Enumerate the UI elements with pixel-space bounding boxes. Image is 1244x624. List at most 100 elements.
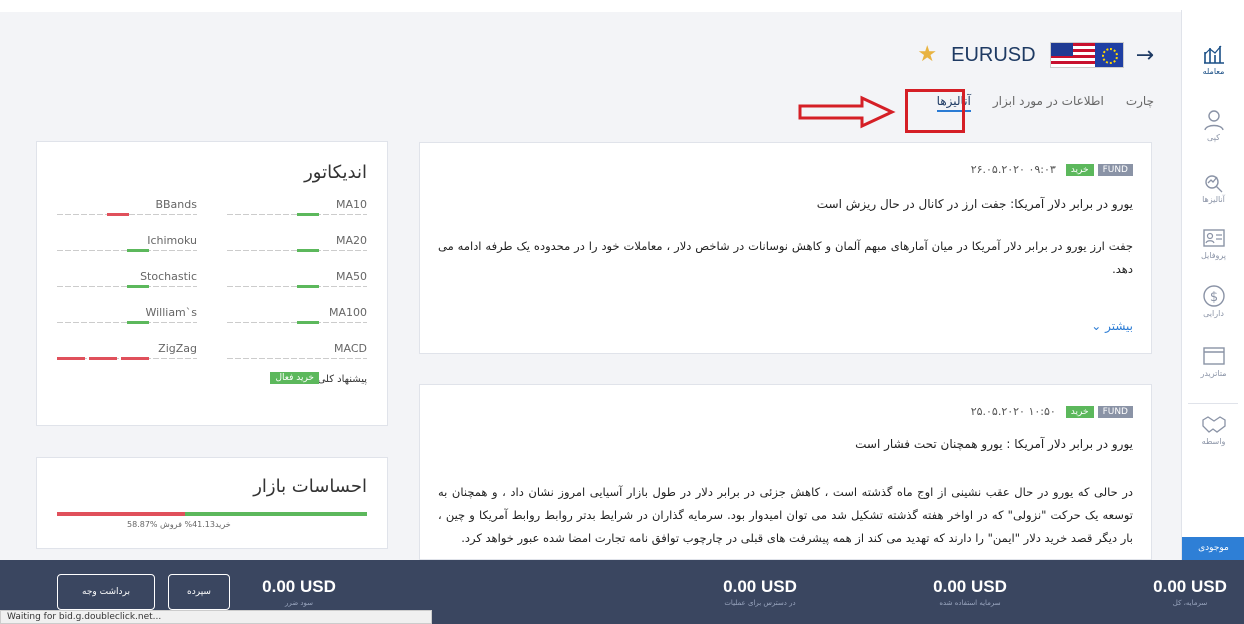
copy-user-icon	[1203, 110, 1224, 131]
sidebar-item-label: پروفایل	[1200, 251, 1227, 260]
indicator-name: Ichimoku	[147, 234, 197, 247]
fund-badge: FUND	[1097, 405, 1133, 418]
indicator-signal-bar	[89, 357, 117, 360]
sidebar-item-assets[interactable]: $ دارایی	[1182, 280, 1244, 340]
balance-used: 0.00 USD سرمایه استفاده شده	[910, 577, 1030, 607]
news-time: ۰۹:۰۳ ۲۶.۰۵.۲۰۲۰	[970, 163, 1056, 176]
currency-flags	[1049, 42, 1124, 68]
balance-value: 0.00 USD	[723, 577, 797, 596]
indicator-signal-bar	[297, 321, 319, 324]
sentiment-title: احساسات بازار	[253, 476, 367, 497]
news-card: FUND خرید ۰۹:۰۳ ۲۶.۰۵.۲۰۲۰ یورو در برابر…	[419, 142, 1152, 354]
sidebar-item-trade[interactable]: معامله	[1182, 38, 1244, 98]
dollar-icon: $	[1202, 285, 1225, 307]
eu-flag-icon	[1095, 43, 1123, 67]
news-meta: FUND خرید ۱۰:۵۰ ۲۵.۰۵.۲۰۲۰	[971, 405, 1133, 418]
analysis-icon	[1204, 175, 1222, 193]
balance-value: 0.00 USD	[262, 577, 336, 596]
tab-chart[interactable]: چارت	[1126, 94, 1154, 112]
app-root: معامله کپی آنالیزها پروفایل $ دارایی متا…	[0, 0, 1244, 624]
indicator-signal-bar	[297, 285, 319, 288]
deposit-button[interactable]: سپرده	[168, 574, 230, 610]
news-body: در حالی که یورو در حال عقب نشینی از اوج …	[438, 485, 1133, 545]
sentiment-text: 58.87% خرید41.13% فروش	[127, 520, 231, 529]
news-title[interactable]: یورو در برابر دلار آمریکا: جفت ارز در کا…	[817, 197, 1133, 211]
balance-label: سرمایه استفاده شده	[939, 599, 1001, 607]
symbol-header: ★ EURUSD →	[917, 40, 1154, 70]
sidebar-item-metatrader[interactable]: متاتریدر	[1182, 340, 1244, 400]
signal-badge: خرید	[1065, 405, 1094, 418]
overall-suggestion-label: پیشنهاد کلی	[317, 374, 367, 385]
red-arrow-icon	[798, 95, 896, 129]
indicators-panel: اندیکاتور MA10 BBands MA20 Ichimoku MA50 Stoc…	[36, 141, 388, 426]
indicator-name: MA20	[335, 234, 367, 247]
indicator-track	[227, 358, 367, 359]
balance-available: 0.00 USD در دسترس برای عملیات	[700, 577, 820, 607]
signal-badge: خرید	[1065, 163, 1094, 176]
news-meta: FUND خرید ۰۹:۰۳ ۲۶.۰۵.۲۰۲۰	[971, 163, 1133, 176]
handshake-icon	[1201, 416, 1226, 433]
sidebar-item-analysis[interactable]: آنالیزها	[1182, 166, 1244, 226]
window-icon	[1202, 347, 1225, 365]
browser-status-bar: Waiting for bid.g.doubleclick.net...	[0, 610, 432, 624]
indicator-signal-bar	[121, 357, 149, 360]
withdraw-button[interactable]: برداشت وجه	[57, 574, 155, 610]
sidebar: معامله کپی آنالیزها پروفایل $ دارایی متا…	[1181, 10, 1244, 560]
sidebar-item-label: آنالیزها	[1202, 195, 1225, 204]
tab-instrument-info[interactable]: اطلاعات در مورد ابزار	[993, 94, 1104, 112]
indicator-name: William`s	[145, 306, 197, 319]
sidebar-divider	[1188, 403, 1238, 404]
news-time: ۱۰:۵۰ ۲۵.۰۵.۲۰۲۰	[970, 405, 1056, 418]
sentiment-bar	[57, 512, 367, 516]
indicator-name: BBands	[155, 198, 197, 211]
indicator-name: MA50	[335, 270, 367, 283]
profile-card-icon	[1202, 229, 1225, 247]
balance-pnl: 0.00 USD سود ضرر	[244, 577, 354, 607]
indicator-name: MA100	[328, 306, 367, 319]
star-icon[interactable]: ★	[917, 44, 937, 66]
sidebar-item-label: کپی	[1207, 133, 1220, 142]
sentiment-sell-fill	[57, 512, 185, 516]
svg-text:$: $	[1209, 290, 1217, 305]
symbol-title: EURUSD	[951, 43, 1036, 66]
indicator-signal-bar	[297, 249, 319, 252]
us-flag-icon	[1050, 43, 1096, 67]
indicator-signal-bar	[127, 249, 149, 252]
indicator-name: ZigZag	[158, 342, 197, 355]
indicator-name: Stochastic	[140, 270, 197, 283]
sidebar-item-profile[interactable]: پروفایل	[1182, 222, 1244, 282]
news-title[interactable]: یورو در برابر دلار آمریکا : یورو همچنان …	[855, 437, 1133, 451]
fund-badge: FUND	[1097, 163, 1133, 176]
indicator-signal-bar	[107, 213, 129, 216]
sidebar-item-copy[interactable]: کپی	[1182, 104, 1244, 164]
arrow-right-icon[interactable]: →	[1136, 43, 1154, 68]
top-strip	[0, 0, 1244, 12]
sidebar-item-broker[interactable]: واسطه	[1182, 408, 1244, 468]
sidebar-item-label: متاتریدر	[1200, 369, 1227, 378]
overall-suggestion-badge: خرید فعال	[270, 372, 319, 384]
highlight-box	[905, 89, 965, 133]
more-link-label: بیشتر	[1105, 319, 1133, 333]
balance-label: سرمایه، کل	[1172, 599, 1208, 607]
chevron-down-icon: ⌄	[1091, 319, 1102, 333]
indicator-name: MA10	[335, 198, 367, 211]
sidebar-balance-label[interactable]: موجودی	[1182, 537, 1244, 560]
indicator-name: MACD	[334, 342, 367, 355]
sentiment-panel: احساسات بازار 58.87% خرید41.13% فروش	[36, 457, 388, 549]
balance-total: 0.00 USD سرمایه، کل	[1140, 577, 1240, 607]
news-body: جفت ارز یورو در برابر دلار آمریکا در میا…	[438, 239, 1133, 276]
balance-value: 0.00 USD	[933, 577, 1007, 596]
indicators-title: اندیکاتور	[304, 162, 367, 183]
news-card: FUND خرید ۱۰:۵۰ ۲۵.۰۵.۲۰۲۰ یورو در برابر…	[419, 384, 1152, 560]
trade-chart-icon	[1203, 45, 1224, 64]
indicator-signal-bar	[57, 357, 85, 360]
indicator-signal-bar	[127, 285, 149, 288]
balance-label: در دسترس برای عملیات	[724, 599, 796, 607]
indicator-signal-bar	[127, 321, 149, 324]
balance-label: سود ضرر	[284, 599, 313, 607]
indicator-signal-bar	[297, 213, 319, 216]
more-link[interactable]: بیشتر ⌄	[1091, 319, 1133, 333]
sidebar-item-label: واسطه	[1201, 437, 1226, 446]
balance-value: 0.00 USD	[1153, 577, 1227, 596]
sidebar-item-label: معامله	[1202, 67, 1225, 76]
